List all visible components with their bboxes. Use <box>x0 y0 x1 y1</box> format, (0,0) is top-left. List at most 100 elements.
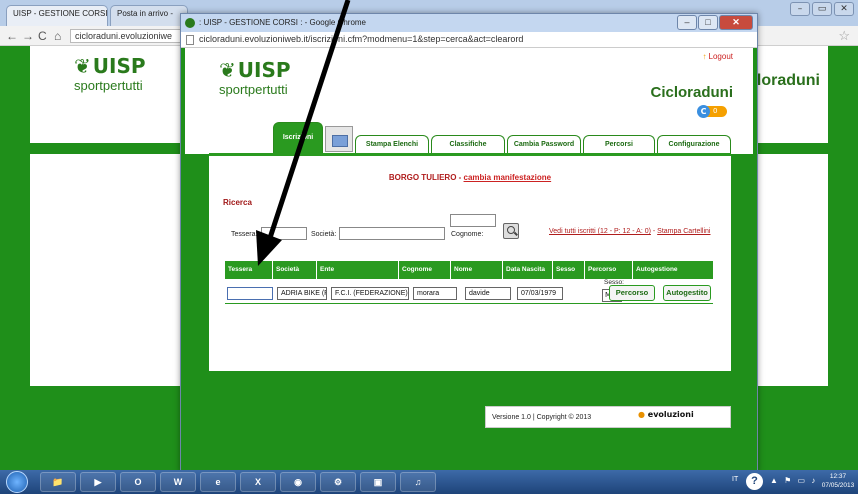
close-button[interactable]: ✕ <box>719 15 753 30</box>
background-tab-mail[interactable]: Posta in arrivo - <box>110 5 188 26</box>
background-logo-text: UISP <box>92 54 146 78</box>
event-title: BORGO TULIERO - cambia manifestazione <box>209 173 731 182</box>
uisp-logo-icon: ❦ <box>219 58 236 82</box>
chrome-window: : UISP - GESTIONE CORSI : - Google Chrom… <box>180 13 758 473</box>
logout-label: Logout <box>708 52 733 61</box>
calendar-icon[interactable] <box>325 126 353 152</box>
main-panel: BORGO TULIERO - cambia manifestazione Ri… <box>209 156 731 371</box>
window-controls: – □ ✕ <box>677 15 753 30</box>
language-indicator[interactable]: IT <box>732 476 738 483</box>
clock-time: 12:37 <box>829 473 847 480</box>
background-close-button[interactable]: ✕ <box>834 2 854 16</box>
col-percorso: Percorso <box>585 261 633 279</box>
taskbar-music-icon[interactable]: ♫ <box>400 472 436 492</box>
autogestito-button[interactable]: Autogestito <box>663 285 711 301</box>
window-title: : UISP - GESTIONE CORSI : - Google Chrom… <box>199 18 367 27</box>
site-logo[interactable]: ❦ UISP sportpertutti <box>219 58 291 97</box>
societa-search-input[interactable] <box>339 227 445 240</box>
tessera-search-input[interactable] <box>261 227 307 240</box>
page-content: ❦ UISP sportpertutti ↑ Logout Cicloraduni… <box>181 48 757 472</box>
bookmark-star-icon[interactable]: ☆ <box>838 28 850 44</box>
logout-link[interactable]: ↑ Logout <box>703 52 733 61</box>
background-tab-uisp[interactable]: UISP - GESTIONE CORSI <box>6 5 108 26</box>
tab-classifiche[interactable]: Classifiche <box>431 135 505 154</box>
col-data-nascita: Data Nascita <box>503 261 553 279</box>
page-icon <box>186 35 194 45</box>
forward-icon[interactable]: → <box>22 29 34 43</box>
uisp-favicon-icon <box>185 18 195 28</box>
taskbar-settings-icon[interactable]: ⚙ <box>320 472 356 492</box>
row-tessera-input[interactable] <box>227 287 273 300</box>
col-tessera: Tessera <box>225 261 273 279</box>
percorso-button[interactable]: Percorso <box>609 285 655 301</box>
cart-badge[interactable]: C 0 <box>697 105 727 118</box>
taskbar-chrome-icon[interactable]: ◉ <box>280 472 316 492</box>
system-tray: IT ? ▲ ⚑ ▭ ♪ 12:37 07/05/2013 <box>732 470 858 494</box>
reload-icon[interactable]: C <box>38 29 47 43</box>
view-all-link[interactable]: Vedi tutti iscritti (12 - P: 12 - A: 0) <box>549 228 651 235</box>
footer-logo: ● evoluzioni <box>638 410 694 419</box>
taskbar-ie-icon[interactable]: e <box>200 472 236 492</box>
start-button[interactable] <box>6 471 28 493</box>
site-title: Cicloraduni <box>650 84 733 101</box>
results-table-header: Tessera Società Ente Cognome Nome Data N… <box>225 261 713 279</box>
row-cognome-input[interactable]: morara <box>413 287 457 300</box>
cognome-search-input[interactable] <box>450 214 496 227</box>
search-links: Vedi tutti iscritti (12 - P: 12 - A: 0) … <box>549 228 710 235</box>
row-ente-select[interactable]: F.C.I. (FEDERAZIONE) ▼ <box>331 287 409 300</box>
col-autogestione: Autogestione <box>636 266 678 273</box>
minimize-button[interactable]: – <box>677 15 697 30</box>
home-icon[interactable]: ⌂ <box>54 29 61 43</box>
back-icon[interactable]: ← <box>6 29 18 43</box>
taskbar-excel-icon[interactable]: X <box>240 472 276 492</box>
event-name: BORGO TULIERO <box>388 173 457 182</box>
row-nome-input[interactable]: davide <box>465 287 511 300</box>
societa-label: Società: <box>311 231 337 238</box>
background-restore-button[interactable]: ▭ <box>812 2 832 16</box>
taskbar-word-icon[interactable]: W <box>160 472 196 492</box>
background-logo: ❦ UISP sportpertutti <box>74 54 146 93</box>
taskbar-outlook-icon[interactable]: O <box>120 472 156 492</box>
logo-text: UISP <box>237 58 291 82</box>
taskbar-app-icon[interactable]: ▣ <box>360 472 396 492</box>
logout-arrow-icon: ↑ <box>702 52 707 61</box>
footer-logo-text: evoluzioni <box>647 410 694 419</box>
taskbar-media-icon[interactable]: ▶ <box>80 472 116 492</box>
site-footer: Versione 1.0 | Copyright © 2013 ● evoluz… <box>485 406 731 428</box>
taskbar-explorer-icon[interactable]: 📁 <box>40 472 76 492</box>
window-title-bar: : UISP - GESTIONE CORSI : - Google Chrom… <box>181 14 757 32</box>
row-societa-input[interactable]: ADRIA BIKE (PR <box>277 287 327 300</box>
tab-iscrizioni[interactable]: Iscrizioni <box>273 122 323 154</box>
clock-date: 07/05/2013 <box>821 482 855 489</box>
address-url: cicloraduni.evoluzioniweb.it/iscrizioni.… <box>199 34 524 44</box>
change-event-link[interactable]: cambia manifestazione <box>464 173 552 182</box>
background-minimize-button[interactable]: – <box>790 2 810 16</box>
ente-value: F.C.I. (FEDERAZIONE) <box>335 290 408 297</box>
tessera-label: Tessera: <box>231 231 258 238</box>
badge-letter: C <box>697 105 710 118</box>
windows-taskbar: 📁 ▶ O W e X ◉ ⚙ ▣ ♫ IT ? ▲ ⚑ ▭ ♪ 12:37 0… <box>0 470 858 494</box>
print-cards-link[interactable]: Stampa Cartellini <box>657 228 710 235</box>
row-data-nascita-input[interactable]: 07/03/1979 <box>517 287 563 300</box>
col-ente: Ente <box>317 261 399 279</box>
col-nome: Nome <box>451 261 503 279</box>
tab-stampa-elenchi[interactable]: Stampa Elenchi <box>355 135 429 154</box>
search-button[interactable] <box>503 223 519 239</box>
tab-percorsi[interactable]: Percorsi <box>583 135 655 154</box>
tray-icons[interactable]: ▲ ⚑ ▭ ♪ <box>770 476 817 485</box>
evoluzioni-logo-icon: ● <box>638 410 645 419</box>
background-window-controls: – ▭ ✕ <box>790 2 854 16</box>
col-cognome: Cognome <box>399 261 451 279</box>
cognome-label: Cognome: <box>451 231 484 238</box>
col-sesso: Sesso <box>553 261 585 279</box>
badge-count: 0 <box>713 107 718 115</box>
address-bar[interactable]: cicloraduni.evoluzioniweb.it/iscrizioni.… <box>181 32 757 48</box>
event-separator: - <box>456 173 464 182</box>
tab-configurazione[interactable]: Configurazione <box>657 135 731 154</box>
clock[interactable]: 12:37 07/05/2013 <box>820 472 856 490</box>
tab-cambia-password[interactable]: Cambia Password <box>507 135 581 154</box>
maximize-button[interactable]: □ <box>698 15 718 30</box>
col-societa: Società <box>273 261 317 279</box>
help-icon[interactable]: ? <box>746 473 763 490</box>
search-heading: Ricerca <box>223 198 252 207</box>
